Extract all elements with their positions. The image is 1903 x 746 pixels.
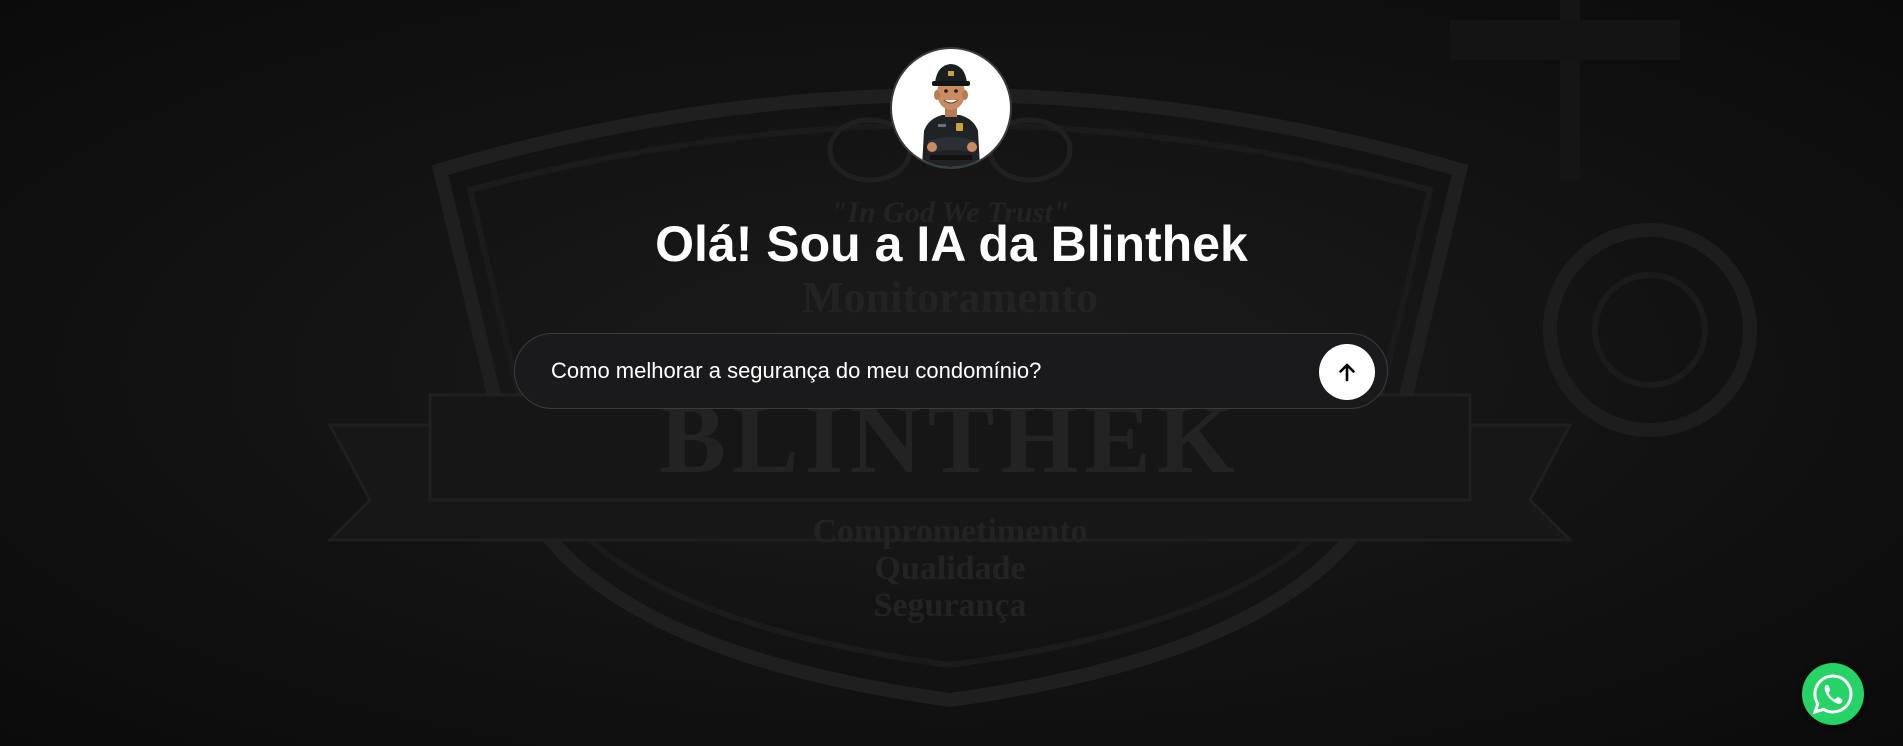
- security-guard-icon: [922, 64, 980, 167]
- background-value-2: Qualidade: [874, 550, 1025, 587]
- prompt-box: [514, 333, 1388, 409]
- prompt-input[interactable]: [551, 334, 1291, 408]
- security-guard-avatar: [890, 47, 1012, 169]
- page: "In God We Trust" Monitoramento BLINTHEK…: [0, 0, 1903, 746]
- background-value-1: Comprometimento: [812, 513, 1087, 550]
- whatsapp-icon: [1812, 674, 1853, 715]
- background-subtitle: Monitoramento: [802, 273, 1098, 322]
- whatsapp-button[interactable]: [1802, 663, 1864, 725]
- page-title: Olá! Sou a IA da Blinthek: [655, 216, 1248, 272]
- send-button[interactable]: [1319, 344, 1375, 400]
- arrow-up-icon: [1339, 363, 1355, 382]
- background-value-3: Segurança: [874, 587, 1027, 624]
